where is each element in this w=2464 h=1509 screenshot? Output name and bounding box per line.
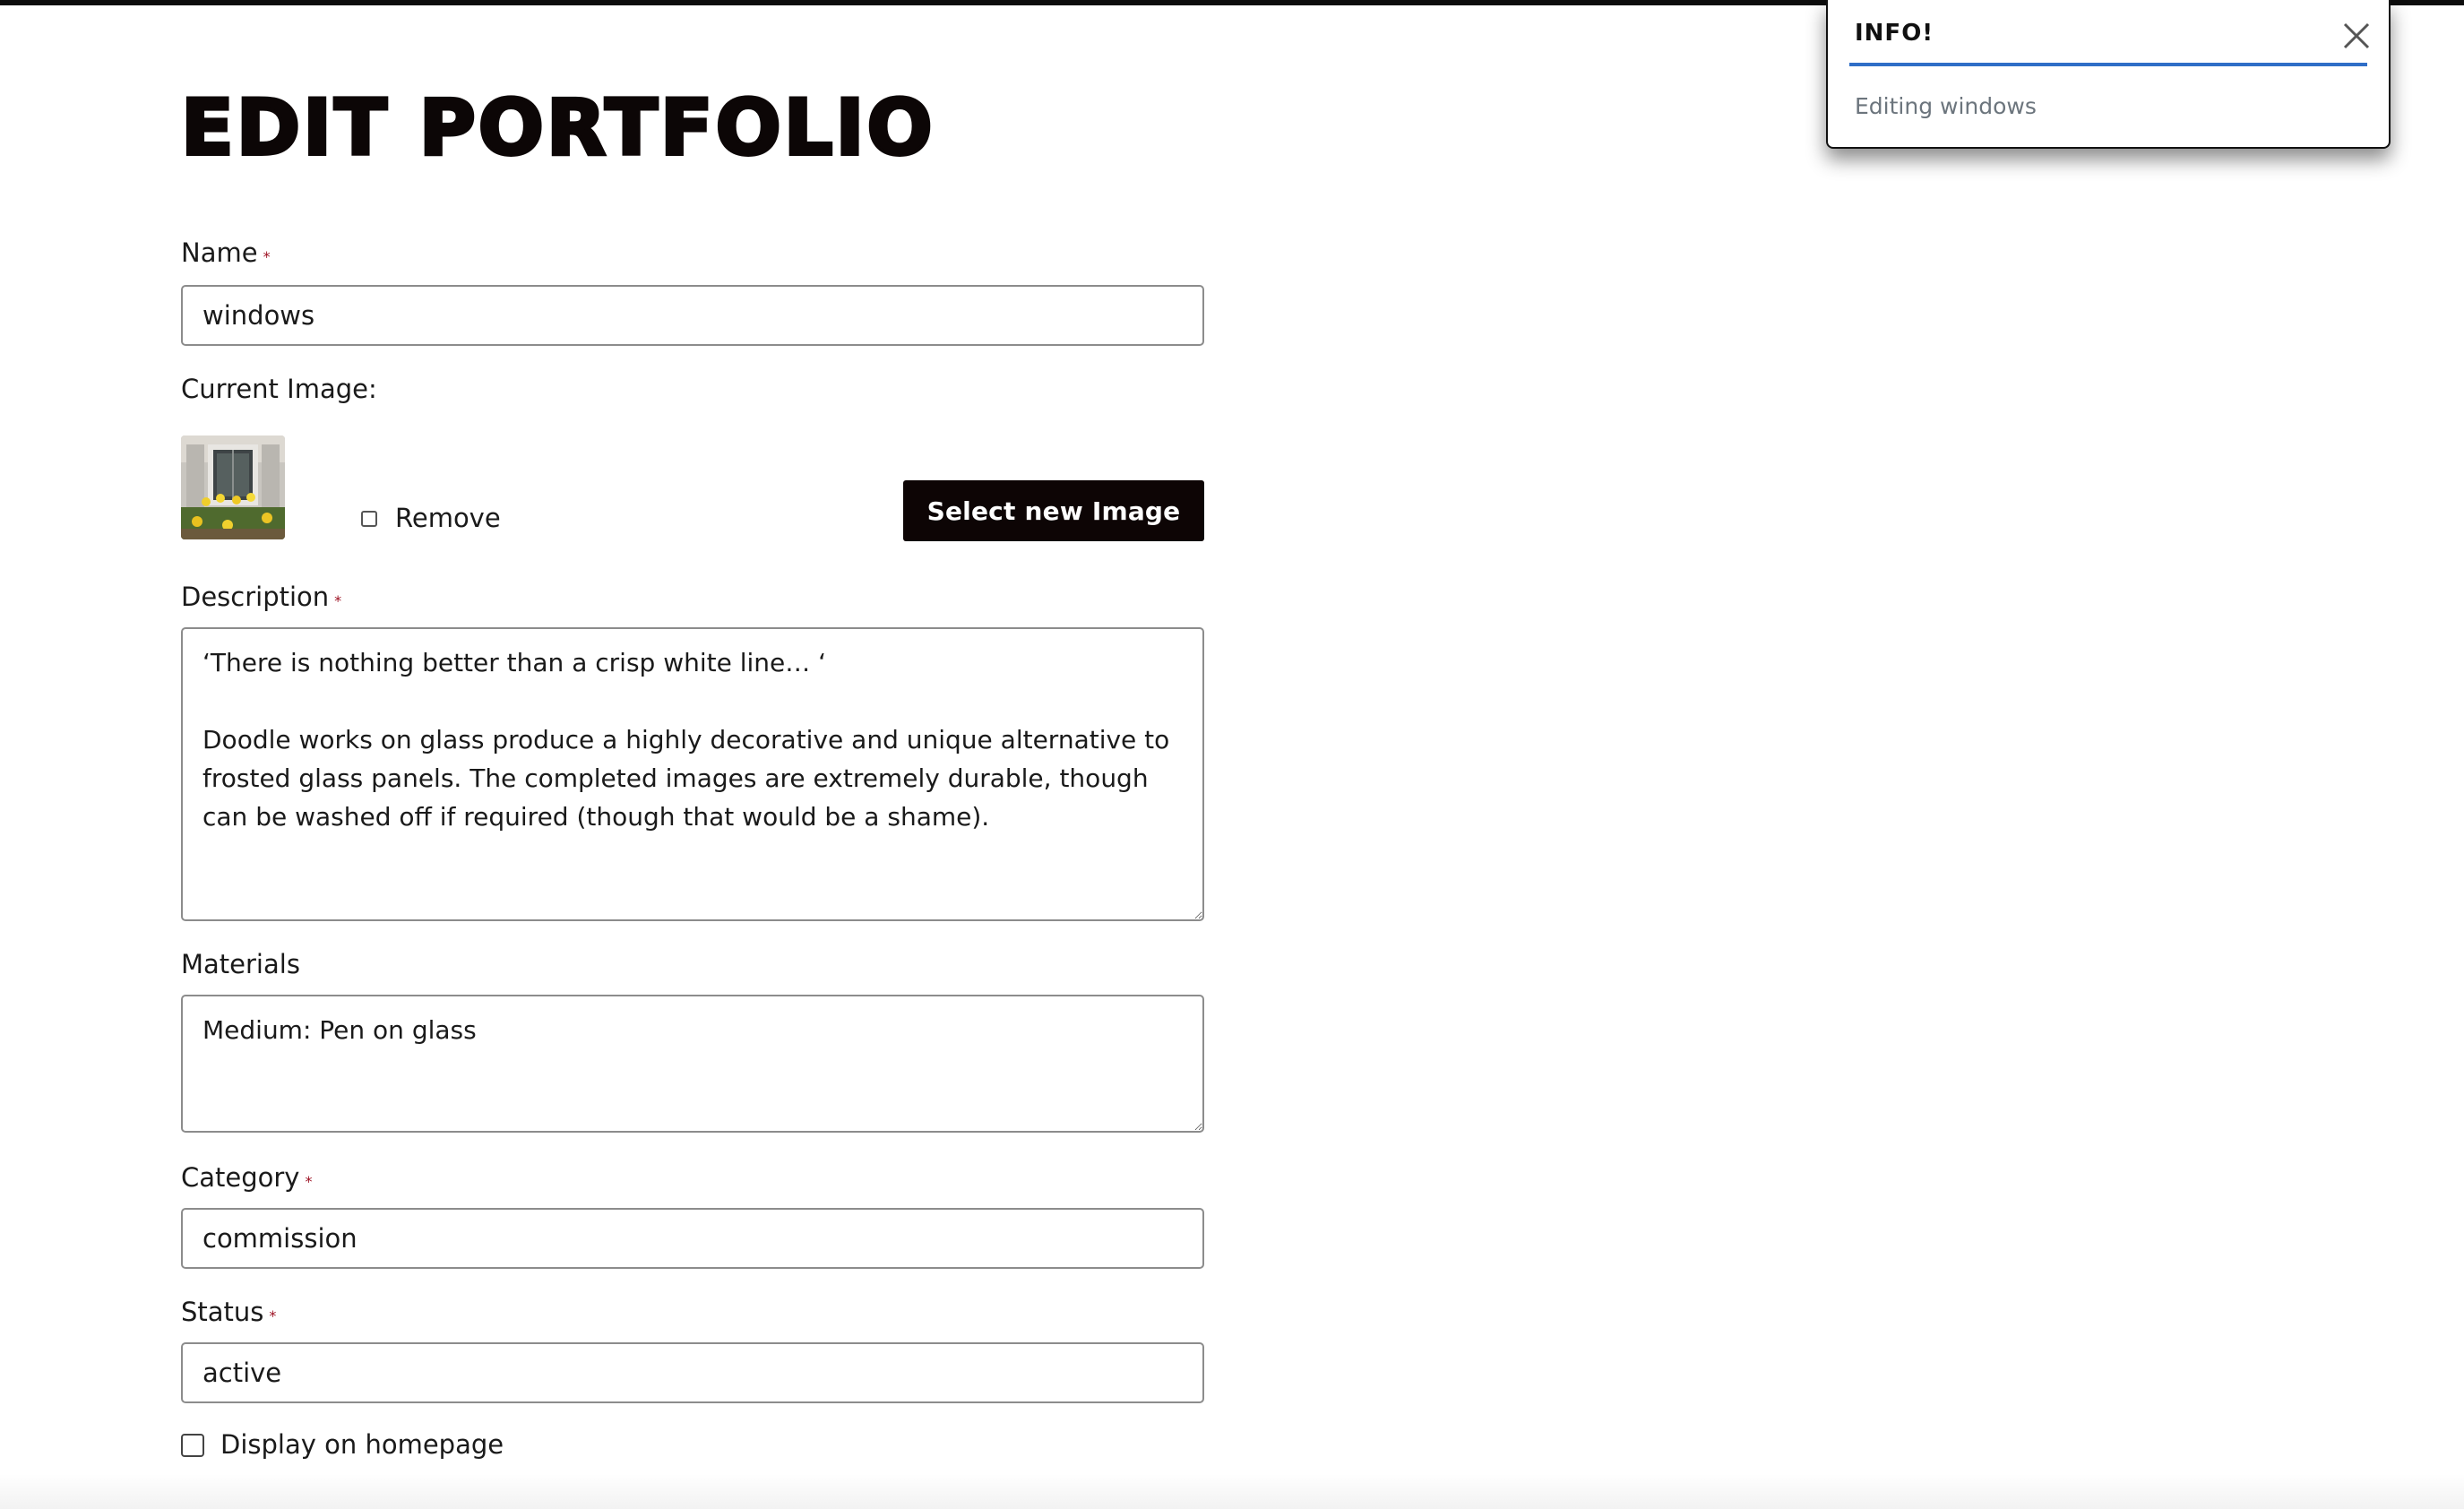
display-on-homepage-option: Display on homepage [181, 1432, 504, 1458]
display-on-homepage-label: Display on homepage [220, 1429, 504, 1460]
category-field-group: Category * [181, 1165, 312, 1191]
name-label: Name [181, 237, 258, 268]
edit-portfolio-form: Edit Portfolio Name * Current Image: [179, 83, 1204, 1458]
page-title: Edit Portfolio [179, 83, 935, 173]
description-textarea[interactable]: ‘There is nothing better than a crisp wh… [181, 627, 1204, 921]
category-required-mark: * [305, 1173, 313, 1190]
name-field-group: Name * [181, 240, 271, 266]
status-input[interactable] [181, 1342, 1204, 1403]
toast-message: Editing windows [1855, 93, 2037, 119]
select-new-image-button[interactable]: Select new Image [903, 480, 1204, 541]
toast-title: INFO! [1855, 20, 1934, 47]
status-label: Status [181, 1297, 264, 1327]
bottom-shade [0, 1473, 2464, 1509]
materials-textarea[interactable]: Medium: Pen on glass [181, 995, 1204, 1133]
status-field-group: Status * [181, 1299, 276, 1325]
toast-accent-line [1849, 63, 2367, 66]
current-image-thumbnail [181, 435, 285, 539]
window-photo [181, 435, 285, 539]
description-field-group: Description * [181, 584, 341, 610]
materials-label: Materials [181, 949, 300, 979]
category-input[interactable] [181, 1208, 1204, 1269]
current-image-row: Remove Select new Image [181, 435, 1204, 543]
close-icon[interactable] [2340, 20, 2373, 52]
description-label: Description [181, 582, 330, 612]
description-required-mark: * [334, 592, 342, 609]
display-on-homepage-checkbox[interactable] [181, 1433, 204, 1457]
name-input[interactable] [181, 285, 1204, 346]
status-required-mark: * [269, 1307, 277, 1324]
info-toast: INFO! Editing windows [1826, 0, 2391, 149]
name-required-mark: * [263, 248, 271, 265]
current-image-label: Current Image: [181, 374, 377, 404]
remove-image-checkbox[interactable] [361, 510, 377, 527]
category-label: Category [181, 1162, 300, 1193]
remove-image-option: Remove [361, 505, 501, 531]
remove-image-label: Remove [395, 503, 501, 533]
